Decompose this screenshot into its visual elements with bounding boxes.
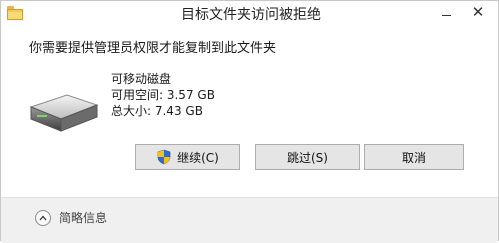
dialog-window: 目标文件夹访问被拒绝 ✕ 你需要提供管理员权限才能复制到此文件夹 可移动磁盘 可… (0, 0, 499, 243)
drive-name: 可移动磁盘 (111, 72, 172, 86)
drive-info: 可移动磁盘 可用空间: 3.57 GB 总大小: 7.43 GB (111, 71, 215, 119)
minimize-button[interactable] (432, 1, 460, 23)
folder-icon (7, 6, 23, 20)
removable-drive-icon (29, 94, 99, 132)
details-label: 简略信息 (59, 211, 108, 225)
cancel-label: 取消 (401, 150, 426, 165)
continue-label: 继续(C) (177, 150, 219, 165)
chevron-up-icon (35, 209, 51, 226)
title-bar: 目标文件夹访问被拒绝 ✕ (1, 1, 498, 27)
close-button[interactable]: ✕ (464, 1, 492, 23)
permission-message: 你需要提供管理员权限才能复制到此文件夹 (29, 41, 277, 56)
minimize-icon (441, 14, 451, 16)
drive-free-space: 可用空间: 3.57 GB (111, 88, 215, 102)
skip-button[interactable]: 跳过(S) (255, 144, 360, 170)
dialog-footer: 简略信息 (1, 197, 498, 243)
details-toggle[interactable]: 简略信息 (35, 209, 107, 226)
continue-button[interactable]: 继续(C) (135, 144, 240, 170)
close-icon: ✕ (471, 2, 485, 21)
cancel-button[interactable]: 取消 (364, 144, 464, 170)
skip-label: 跳过(S) (287, 150, 328, 165)
uac-shield-icon (157, 149, 171, 165)
drive-total-size: 总大小: 7.43 GB (111, 104, 203, 118)
window-title: 目标文件夹访问被拒绝 (181, 7, 321, 23)
